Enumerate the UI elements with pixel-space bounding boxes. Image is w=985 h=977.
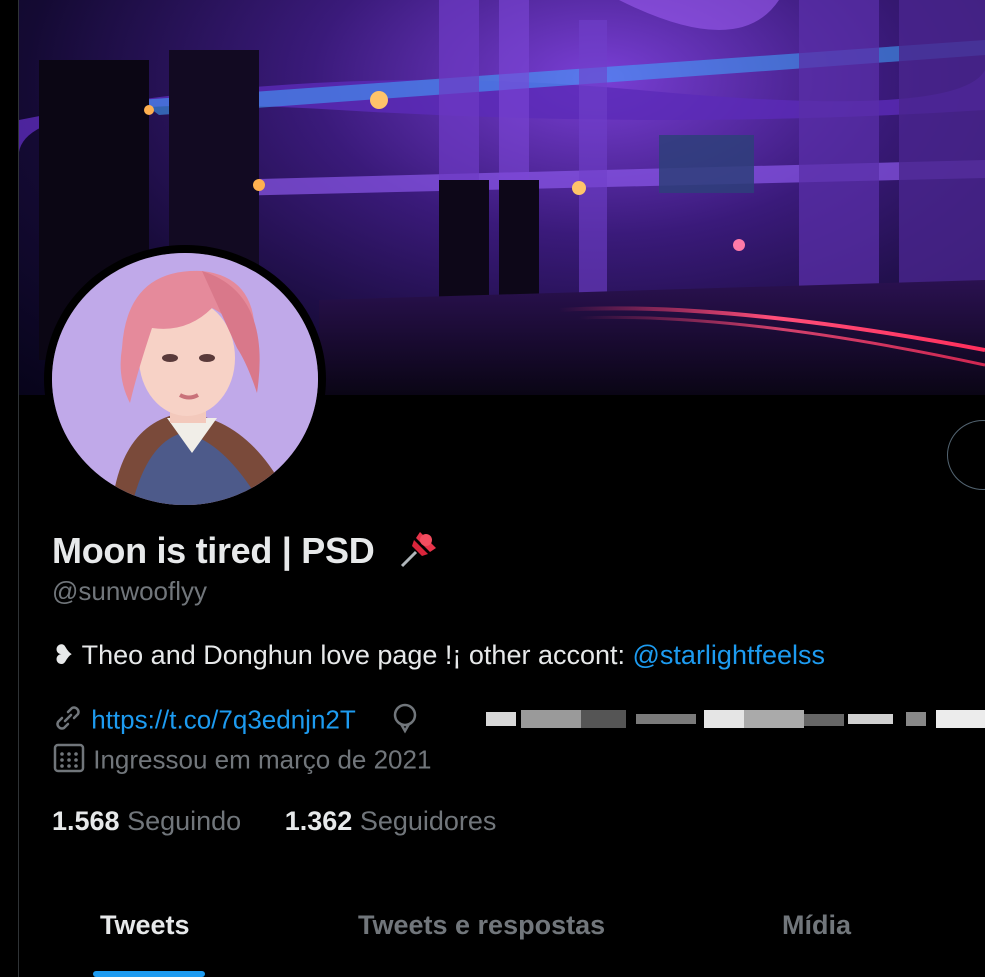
tab-tweets-replies[interactable]: Tweets e respostas [358, 910, 605, 941]
follow-stats: 1.568 Seguindo 1.362 Seguidores [52, 806, 496, 837]
profile-bio: ❥ Theo and Donghun love page !¡ other ac… [52, 640, 825, 671]
display-name-text: Moon is tired | PSD [52, 530, 375, 572]
left-column-border [0, 0, 19, 977]
bio-mention-link[interactable]: @starlightfeelss [633, 640, 825, 670]
following-label: Seguindo [127, 806, 242, 836]
location-redacted [486, 708, 985, 730]
profile-tabs: Tweets Tweets e respostas Mídia [19, 890, 985, 977]
profile-meta-row: https://t.co/7q3ednjn2T [52, 702, 421, 738]
tab-media[interactable]: Mídia [782, 910, 851, 941]
following-count: 1.568 [52, 806, 120, 836]
website-link[interactable]: https://t.co/7q3ednjn2T [91, 704, 355, 734]
followers-count: 1.362 [284, 806, 353, 836]
pushpin-icon [396, 526, 442, 581]
calendar-icon [52, 742, 86, 781]
active-tab-indicator [93, 971, 205, 977]
bio-text: ❥ Theo and Donghun love page !¡ other ac… [52, 640, 633, 670]
following-link[interactable]: 1.568 Seguindo [52, 806, 249, 836]
followers-link[interactable]: 1.362 Seguidores [285, 806, 497, 836]
joined-date-row: Ingressou em março de 2021 [52, 742, 431, 778]
edit-profile-button[interactable] [947, 420, 985, 490]
display-name: Moon is tired | PSD [52, 526, 442, 581]
link-icon [52, 702, 84, 741]
joined-date: Ingressou em março de 2021 [93, 744, 432, 775]
username-handle: @sunwooflyy [52, 576, 208, 606]
tab-tweets[interactable]: Tweets [100, 910, 190, 941]
location-icon [389, 702, 421, 741]
followers-label: Seguidores [359, 806, 497, 836]
avatar[interactable] [52, 253, 318, 505]
avatar-photo [52, 253, 318, 505]
